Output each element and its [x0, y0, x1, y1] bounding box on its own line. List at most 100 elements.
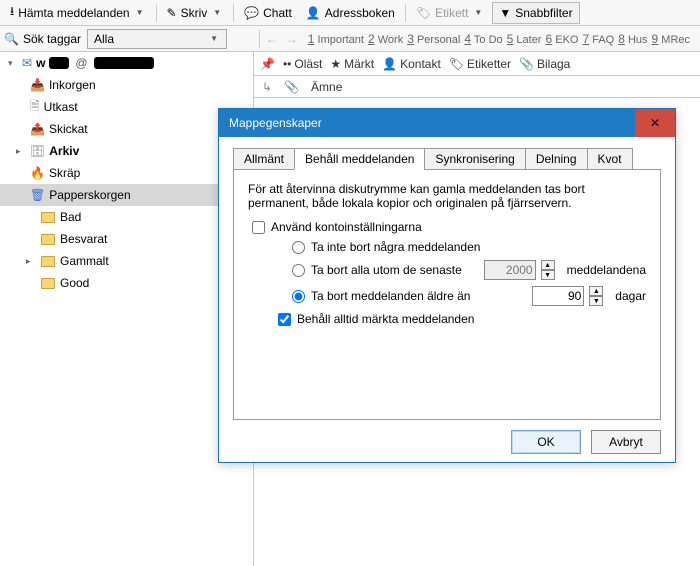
option-keep-newest[interactable]	[292, 264, 305, 277]
quick-tag[interactable]: 8 Hus	[618, 32, 647, 46]
quick-tag[interactable]: 7 FAQ	[582, 32, 614, 46]
option-delete-none[interactable]	[292, 241, 305, 254]
expand-icon[interactable]: ▸	[26, 256, 36, 267]
tag-button[interactable]: 🏷 Etikett ▼	[410, 2, 491, 24]
spinner[interactable]: ▲▼	[589, 286, 603, 306]
option-delete-older[interactable]	[292, 290, 305, 303]
chevron-down-icon: ▼	[208, 34, 220, 43]
tab-sharing[interactable]: Delning	[525, 148, 588, 170]
keep-newest-count-input[interactable]: 2000	[484, 260, 536, 280]
dialog-buttons: OK Avbryt	[233, 420, 661, 454]
use-account-settings-label: Använd kontoinställningarna	[271, 220, 422, 234]
filter-unread[interactable]: ••Oläst	[283, 57, 322, 71]
inbox-icon: 📥	[30, 78, 45, 92]
spin-down-icon[interactable]: ▼	[589, 296, 603, 306]
chat-button[interactable]: 💬 Chatt	[238, 2, 298, 24]
cancel-button[interactable]: Avbryt	[591, 430, 661, 454]
filter-attachment[interactable]: 📎Bilaga	[519, 57, 570, 71]
addressbook-button[interactable]: 👤 Adressboken	[300, 2, 401, 24]
folder-label: Bad	[60, 210, 81, 224]
keep-starred-checkbox[interactable]	[278, 313, 291, 326]
folder-label: Gammalt	[60, 254, 109, 268]
search-tags-label: Sök taggar	[23, 32, 81, 46]
quick-tag[interactable]: 2 Work	[368, 32, 403, 46]
spinner[interactable]: ▲▼	[541, 260, 555, 280]
option-delete-none-label: Ta inte bort några meddelanden	[311, 240, 480, 254]
tab-general[interactable]: Allmänt	[233, 148, 295, 170]
spin-down-icon[interactable]: ▼	[541, 270, 555, 280]
folder-junk[interactable]: 🔥 Skräp	[0, 162, 253, 184]
account-row[interactable]: ▾ ✉ w @	[0, 52, 253, 74]
pin-icon[interactable]: 📌	[260, 57, 275, 71]
quick-tag[interactable]: 6 EKO	[545, 32, 578, 46]
spin-up-icon[interactable]: ▲	[589, 286, 603, 296]
tag-filter-select[interactable]: Alla ▼	[87, 29, 227, 49]
folder-drafts[interactable]: 🗎 Utkast	[0, 96, 253, 118]
write-label: Skriv	[181, 6, 208, 20]
folder-trash[interactable]: 🗑 Papperskorgen	[0, 184, 253, 206]
quick-tag[interactable]: 9 MRec	[652, 32, 690, 46]
quick-tag[interactable]: 4 To Do	[464, 32, 502, 46]
quick-tag[interactable]: 1 Important	[308, 32, 364, 46]
sent-icon: 📤	[30, 122, 45, 136]
folder-label: Utkast	[44, 100, 78, 114]
tag-label: Etikett	[435, 6, 468, 20]
search-icon[interactable]: 🔍	[4, 32, 19, 46]
expand-icon[interactable]: ▸	[16, 146, 26, 157]
contact-icon: 👤	[382, 57, 397, 71]
close-button[interactable]: ✕	[635, 109, 675, 137]
separator	[233, 4, 234, 22]
column-subject[interactable]: Ämne	[311, 80, 342, 94]
search-bar: 🔍 Sök taggar Alla ▼ ← → 1 Important 2 Wo…	[0, 26, 700, 52]
dot-icon: ••	[283, 57, 291, 71]
filter-starred[interactable]: ★Märkt	[330, 57, 374, 71]
retention-intro: För att återvinna diskutrymme kan gamla …	[248, 182, 646, 210]
nav-back-icon[interactable]: ←	[262, 32, 282, 46]
dialog-titlebar[interactable]: Mappegenskaper ✕	[219, 109, 675, 137]
star-icon: ★	[330, 57, 341, 71]
chevron-down-icon[interactable]: ▼	[211, 8, 223, 17]
folder-label: Good	[60, 276, 89, 290]
tab-retention[interactable]: Behåll meddelanden	[294, 148, 425, 170]
thread-icon[interactable]: ↳	[262, 80, 272, 94]
folder-besvarat[interactable]: Besvarat	[0, 228, 253, 250]
tag-icon: 🏷	[449, 57, 464, 71]
get-messages-label: Hämta meddelanden	[18, 6, 129, 20]
collapse-icon[interactable]: ▾	[8, 58, 18, 69]
folder-archive[interactable]: ▸ 🗄 Arkiv	[0, 140, 253, 162]
quick-tag[interactable]: 5 Later	[507, 32, 542, 46]
filter-contact[interactable]: 👤Kontakt	[382, 57, 441, 71]
chevron-down-icon[interactable]: ▼	[134, 8, 146, 17]
message-list-header[interactable]: ↳ 📎 Ämne	[254, 76, 700, 98]
ok-button[interactable]: OK	[511, 430, 581, 454]
quick-tags: 1 Important 2 Work 3 Personal 4 To Do 5 …	[302, 30, 696, 48]
option-delete-older-label: Ta bort meddelanden äldre än	[311, 289, 470, 303]
folder-tree: ▾ ✉ w @ 📥 Inkorgen 🗎 Utkast 📤 Skickat ▸ …	[0, 52, 254, 566]
attachment-column-icon[interactable]: 📎	[284, 80, 299, 94]
quick-tag[interactable]: 3 Personal	[407, 32, 460, 46]
tab-sync[interactable]: Synkronisering	[424, 148, 525, 170]
nav-fwd-icon[interactable]: →	[282, 32, 302, 46]
write-button[interactable]: ✎ Skriv ▼	[161, 2, 230, 24]
use-account-settings-checkbox[interactable]	[252, 221, 265, 234]
delete-older-days-input[interactable]: 90	[532, 286, 584, 306]
tag-filter-value: Alla	[94, 32, 114, 46]
quickfilter-button[interactable]: ▼ Snabbfilter	[492, 2, 579, 24]
main-toolbar: ⭳ Hämta meddelanden ▼ ✎ Skriv ▼ 💬 Chatt …	[0, 0, 700, 26]
keep-newest-suffix: meddelandena	[567, 263, 646, 277]
person-icon: 👤	[306, 6, 321, 20]
folder-gammalt[interactable]: ▸ Gammalt	[0, 250, 253, 272]
spin-up-icon[interactable]: ▲	[541, 260, 555, 270]
tab-quota[interactable]: Kvot	[587, 148, 633, 170]
filter-tags[interactable]: 🏷Etiketter	[449, 57, 511, 71]
chat-icon: 💬	[244, 6, 259, 20]
fire-icon: 🔥	[30, 166, 45, 180]
folder-bad[interactable]: Bad	[0, 206, 253, 228]
close-icon: ✕	[650, 116, 660, 130]
separator	[405, 4, 406, 22]
folder-sent[interactable]: 📤 Skickat	[0, 118, 253, 140]
get-messages-button[interactable]: ⭳ Hämta meddelanden ▼	[4, 2, 152, 24]
folder-good[interactable]: Good	[0, 272, 253, 294]
folder-inbox[interactable]: 📥 Inkorgen	[0, 74, 253, 96]
folder-icon	[40, 275, 56, 291]
